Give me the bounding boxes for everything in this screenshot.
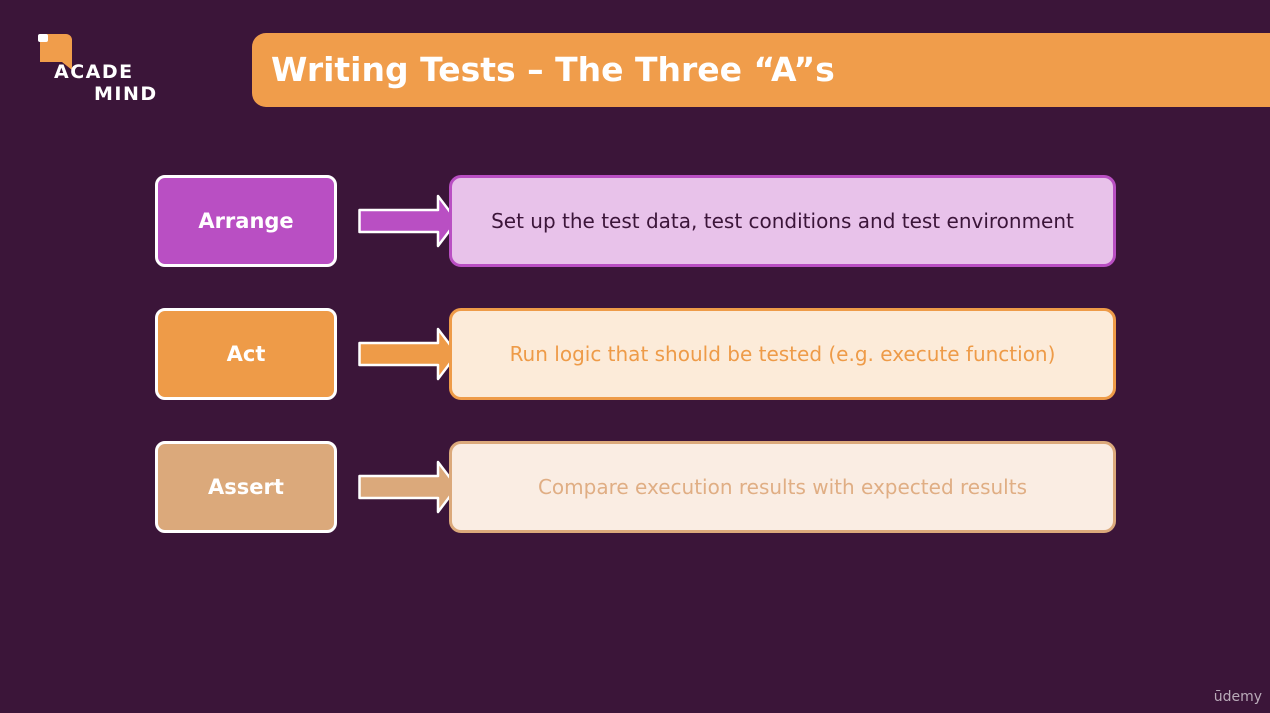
arrow-right-icon (358, 327, 458, 381)
arrange-label: Arrange (198, 209, 294, 233)
act-description: Run logic that should be tested (e.g. ex… (509, 342, 1056, 366)
arrange-description: Set up the test data, test conditions an… (491, 209, 1074, 233)
arrow-right-icon (358, 460, 458, 514)
act-label: Act (226, 342, 266, 366)
row-arrange: Arrange Set up the test data, test condi… (155, 175, 1117, 267)
academind-logo: ACADE MIND (36, 32, 166, 107)
logo-text-line1: ACADE (54, 61, 134, 83)
row-assert: Assert Compare execution results with ex… (155, 441, 1117, 533)
udemy-watermark: ūdemy (1213, 689, 1262, 705)
assert-label: Assert (208, 475, 284, 499)
act-label-box: Act (155, 308, 337, 400)
arrange-label-box: Arrange (155, 175, 337, 267)
arrange-description-box: Set up the test data, test conditions an… (449, 175, 1116, 267)
act-description-box: Run logic that should be tested (e.g. ex… (449, 308, 1116, 400)
logo-text-line2: MIND (94, 83, 158, 105)
assert-description-box: Compare execution results with expected … (449, 441, 1116, 533)
assert-label-box: Assert (155, 441, 337, 533)
title-banner: Writing Tests – The Three “A”s (252, 33, 1270, 107)
slide-title: Writing Tests – The Three “A”s (271, 50, 835, 89)
arrow-right-icon (358, 194, 458, 248)
assert-description: Compare execution results with expected … (537, 475, 1028, 499)
row-act: Act Run logic that should be tested (e.g… (155, 308, 1117, 400)
